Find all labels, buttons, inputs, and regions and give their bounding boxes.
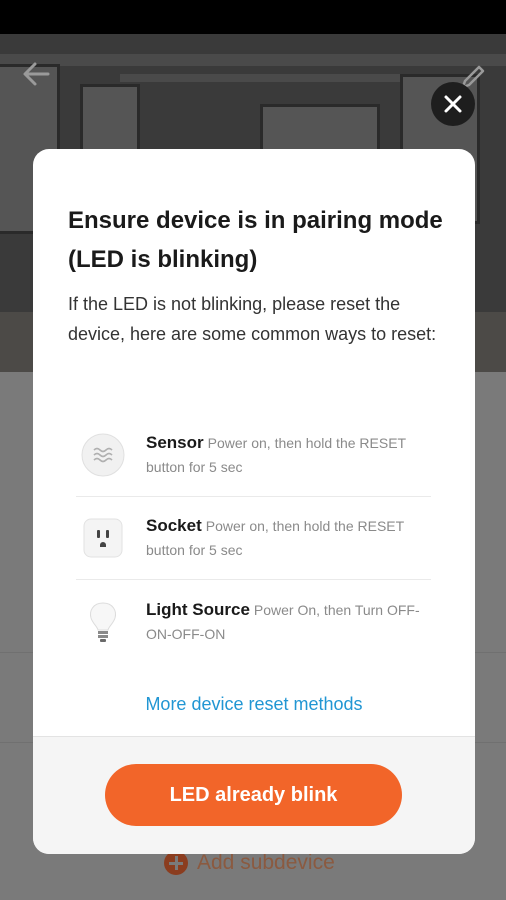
dialog-title: Ensure device is in pairing mode (LED is… — [68, 207, 443, 273]
reset-methods-list: Sensor Power on, then hold the RESET butt… — [76, 414, 431, 663]
method-name: Light Source — [146, 599, 250, 619]
status-bar — [0, 0, 506, 34]
method-name: Socket — [146, 516, 202, 535]
light-bulb-icon — [80, 599, 126, 645]
sensor-icon — [80, 432, 126, 478]
list-item: Sensor Power on, then hold the RESET butt… — [76, 414, 431, 497]
socket-icon — [80, 515, 126, 561]
add-subdevice-label: Add subdevice — [197, 851, 335, 874]
close-button[interactable] — [431, 82, 475, 126]
plus-circle-icon — [164, 851, 188, 875]
list-item: Light Source Power On, then Turn OFF-ON-O… — [76, 580, 431, 663]
dialog-footer: LED already blink — [33, 737, 475, 854]
method-name: Sensor — [146, 433, 204, 452]
arrow-left-icon[interactable] — [18, 56, 54, 92]
more-reset-methods-link[interactable]: More device reset methods — [33, 694, 475, 715]
led-already-blink-button[interactable]: LED already blink — [105, 764, 402, 826]
pairing-mode-dialog: Ensure device is in pairing mode (LED is… — [33, 149, 475, 854]
list-item: Socket Power on, then hold the RESET butt… — [76, 497, 431, 580]
dialog-description: If the LED is not blinking, please reset… — [68, 294, 437, 344]
close-icon — [444, 95, 462, 113]
